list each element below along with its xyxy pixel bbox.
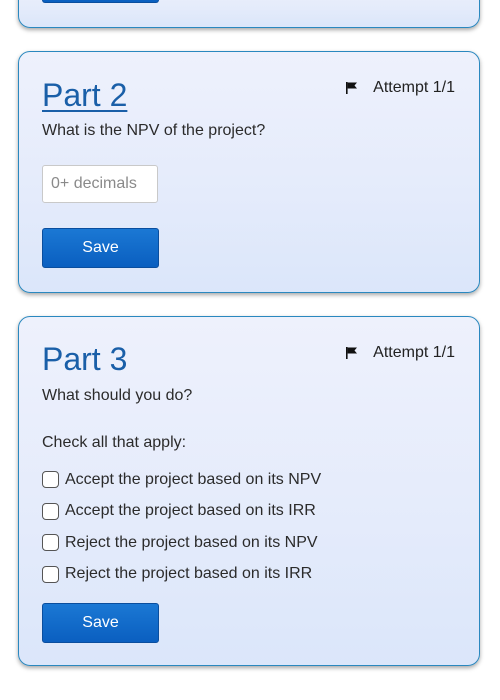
part2-question: What is the NPV of the project? [42, 122, 266, 139]
option-accept-irr[interactable]: Accept the project based on its IRR [42, 496, 321, 528]
part2-card: Part 2 Attempt 1/1 What is the NPV of th… [18, 51, 480, 293]
part1-card [18, 0, 480, 28]
part2-title[interactable]: Part 2 [42, 79, 127, 111]
check-instruction: Check all that apply: [42, 434, 187, 451]
option-label: Accept the project based on its IRR [65, 502, 316, 520]
option-reject-irr[interactable]: Reject the project based on its IRR [42, 559, 321, 591]
flag-icon[interactable] [345, 81, 359, 95]
part3-card: Part 3 Attempt 1/1 What should you do? C… [18, 316, 480, 666]
part2-save-button[interactable]: Save [42, 228, 159, 268]
checkbox[interactable] [42, 565, 59, 583]
part3-question: What should you do? [42, 387, 193, 404]
part3-attempt-label: Attempt 1/1 [373, 344, 455, 361]
option-reject-npv[interactable]: Reject the project based on its NPV [42, 527, 321, 559]
option-accept-npv[interactable]: Accept the project based on its NPV [42, 464, 321, 496]
part1-save-button[interactable] [42, 0, 159, 3]
options-list: Accept the project based on its NPV Acce… [42, 464, 321, 590]
checkbox[interactable] [42, 471, 59, 489]
part3-attempt: Attempt 1/1 [345, 344, 455, 362]
part2-attempt-label: Attempt 1/1 [373, 79, 455, 96]
checkbox[interactable] [42, 534, 59, 552]
option-label: Accept the project based on its NPV [65, 470, 322, 488]
part3-title: Part 3 [42, 341, 128, 377]
part3-save-button[interactable]: Save [42, 603, 159, 643]
option-label: Reject the project based on its NPV [65, 533, 318, 551]
option-label: Reject the project based on its IRR [65, 565, 313, 583]
part2-attempt: Attempt 1/1 [345, 79, 455, 97]
flag-icon[interactable] [345, 346, 359, 360]
checkbox[interactable] [42, 502, 59, 520]
npv-answer-input[interactable] [42, 165, 158, 203]
